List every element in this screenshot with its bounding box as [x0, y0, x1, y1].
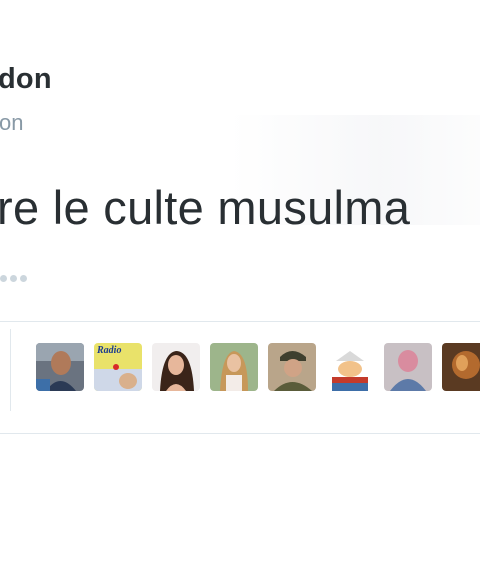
avatar[interactable]	[152, 343, 200, 391]
avatar[interactable]	[326, 343, 374, 391]
divider	[0, 321, 480, 322]
avatar[interactable]	[268, 343, 316, 391]
avatar[interactable]	[36, 343, 84, 391]
avatar[interactable]: Radio	[94, 343, 142, 391]
author-handle[interactable]: on	[0, 110, 23, 136]
tweet-card: don on re le culte musulma Radio	[0, 0, 480, 563]
tweet-text: re le culte musulma	[0, 181, 411, 234]
avatar[interactable]	[210, 343, 258, 391]
divider	[0, 433, 480, 434]
more-options-icon[interactable]	[0, 272, 27, 284]
stats-separator	[10, 329, 11, 411]
avatar[interactable]	[384, 343, 432, 391]
avatar-radio-label: Radio	[97, 345, 122, 356]
author-name[interactable]: don	[0, 63, 52, 96]
favoriters-list: Radio	[36, 343, 480, 391]
avatar[interactable]	[442, 343, 480, 391]
